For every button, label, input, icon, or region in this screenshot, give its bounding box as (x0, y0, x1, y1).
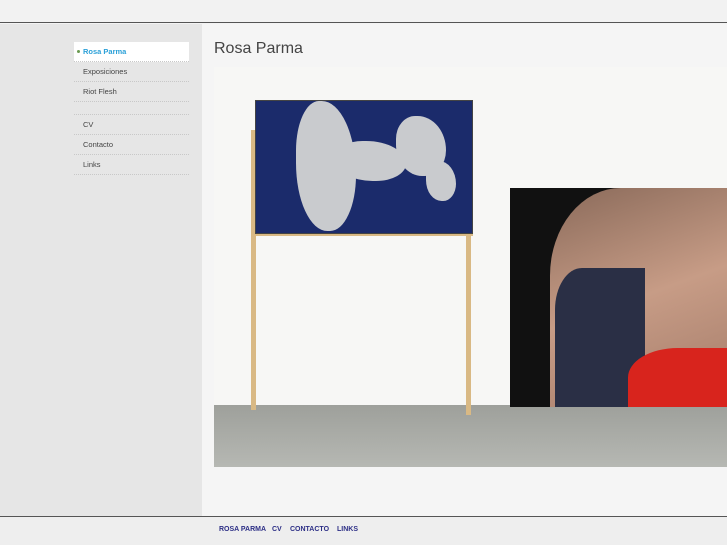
footer-link-contacto[interactable]: CONTACTO (290, 526, 329, 533)
footer: ROSA PARMA CV CONTACTO LINKS (0, 516, 727, 545)
top-band (0, 0, 727, 23)
footer-link-rosa-parma[interactable]: ROSA PARMA (219, 526, 266, 533)
nav-item-rosa-parma[interactable]: Rosa Parma (74, 42, 189, 62)
nav-item-links[interactable]: Links (74, 155, 189, 175)
nav-divider (74, 102, 189, 115)
footer-link-links[interactable]: LINKS (337, 526, 358, 533)
footer-link-cv[interactable]: CV (272, 526, 282, 533)
nav-item-contacto[interactable]: Contacto (74, 135, 189, 155)
nav-item-cv[interactable]: CV (74, 115, 189, 135)
sidebar-nav: Rosa Parma Exposiciones Riot Flesh CV Co… (74, 42, 189, 175)
nav-item-riot-flesh[interactable]: Riot Flesh (74, 82, 189, 102)
portrait-photo (510, 188, 727, 407)
painting (255, 100, 473, 234)
nav-item-exposiciones[interactable]: Exposiciones (74, 62, 189, 82)
page-title: Rosa Parma (214, 40, 303, 57)
artwork-photo (214, 67, 727, 467)
